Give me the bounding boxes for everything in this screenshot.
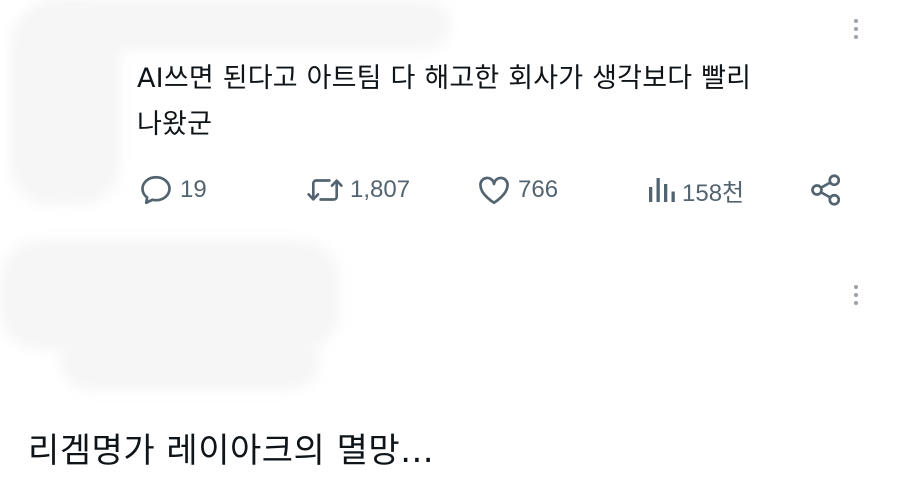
reply-text: 리겜명가 레이아크의 멸망... bbox=[28, 431, 435, 471]
like-icon bbox=[479, 176, 509, 205]
like-count: 766 bbox=[518, 176, 559, 203]
share-button[interactable] bbox=[808, 170, 844, 210]
redacted-area bbox=[30, 0, 450, 50]
retweet-button[interactable]: 1,807 bbox=[306, 170, 410, 210]
more-options-icon[interactable] bbox=[846, 280, 866, 310]
tweet-actions: 19 1,807 766 158천 bbox=[138, 170, 848, 210]
more-options-icon[interactable] bbox=[846, 14, 866, 44]
views-count: 158천 bbox=[682, 179, 745, 207]
tweet-text-line: 나왔군 bbox=[137, 109, 213, 140]
redacted-area bbox=[60, 330, 320, 390]
retweet-count: 1,807 bbox=[350, 176, 411, 203]
tweet-text-line: AI쓰면 된다고 아트팀 다 해고한 회사가 생각보다 빨리 bbox=[137, 63, 752, 94]
views-button[interactable]: 158천 bbox=[646, 170, 744, 210]
views-icon bbox=[649, 178, 675, 202]
retweet-icon bbox=[307, 179, 343, 201]
tweet-text: AI쓰면 된다고 아트팀 다 해고한 회사가 생각보다 빨리 나왔군 bbox=[137, 56, 877, 148]
tweet-screenshot: AI쓰면 된다고 아트팀 다 해고한 회사가 생각보다 빨리 나왔군 19 1,… bbox=[0, 0, 900, 490]
reply-count: 19 bbox=[180, 176, 207, 203]
reply-button[interactable]: 19 bbox=[138, 170, 207, 210]
like-button[interactable]: 766 bbox=[476, 170, 558, 210]
share-icon bbox=[811, 174, 841, 206]
reply-icon bbox=[141, 175, 171, 205]
